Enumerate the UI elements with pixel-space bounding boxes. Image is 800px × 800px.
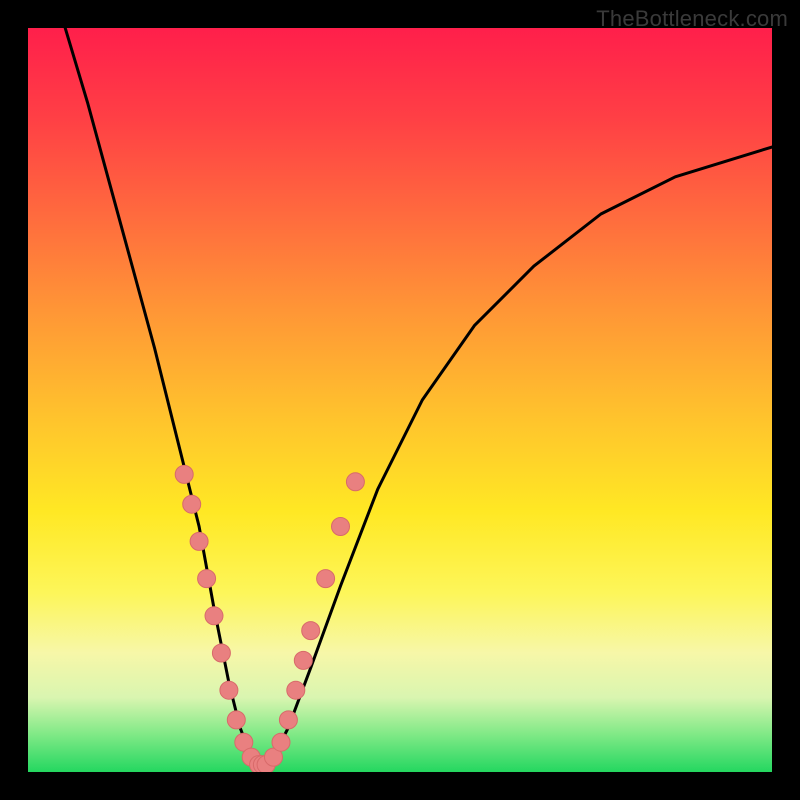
- data-marker: [227, 711, 245, 729]
- data-marker: [279, 711, 297, 729]
- chart-frame: TheBottleneck.com: [0, 0, 800, 800]
- data-marker: [212, 644, 230, 662]
- watermark-text: TheBottleneck.com: [596, 6, 788, 32]
- curve-overlay: [28, 28, 772, 772]
- data-marker: [332, 518, 350, 536]
- bottleneck-curve: [65, 28, 772, 765]
- data-marker: [302, 622, 320, 640]
- data-marker: [190, 532, 208, 550]
- data-marker: [198, 570, 216, 588]
- data-marker: [272, 733, 290, 751]
- data-marker: [205, 607, 223, 625]
- plot-area: [28, 28, 772, 772]
- data-marker: [175, 465, 193, 483]
- data-marker: [346, 473, 364, 491]
- data-marker: [220, 681, 238, 699]
- data-marker: [294, 651, 312, 669]
- data-marker: [287, 681, 305, 699]
- data-marker: [183, 495, 201, 513]
- data-marker: [317, 570, 335, 588]
